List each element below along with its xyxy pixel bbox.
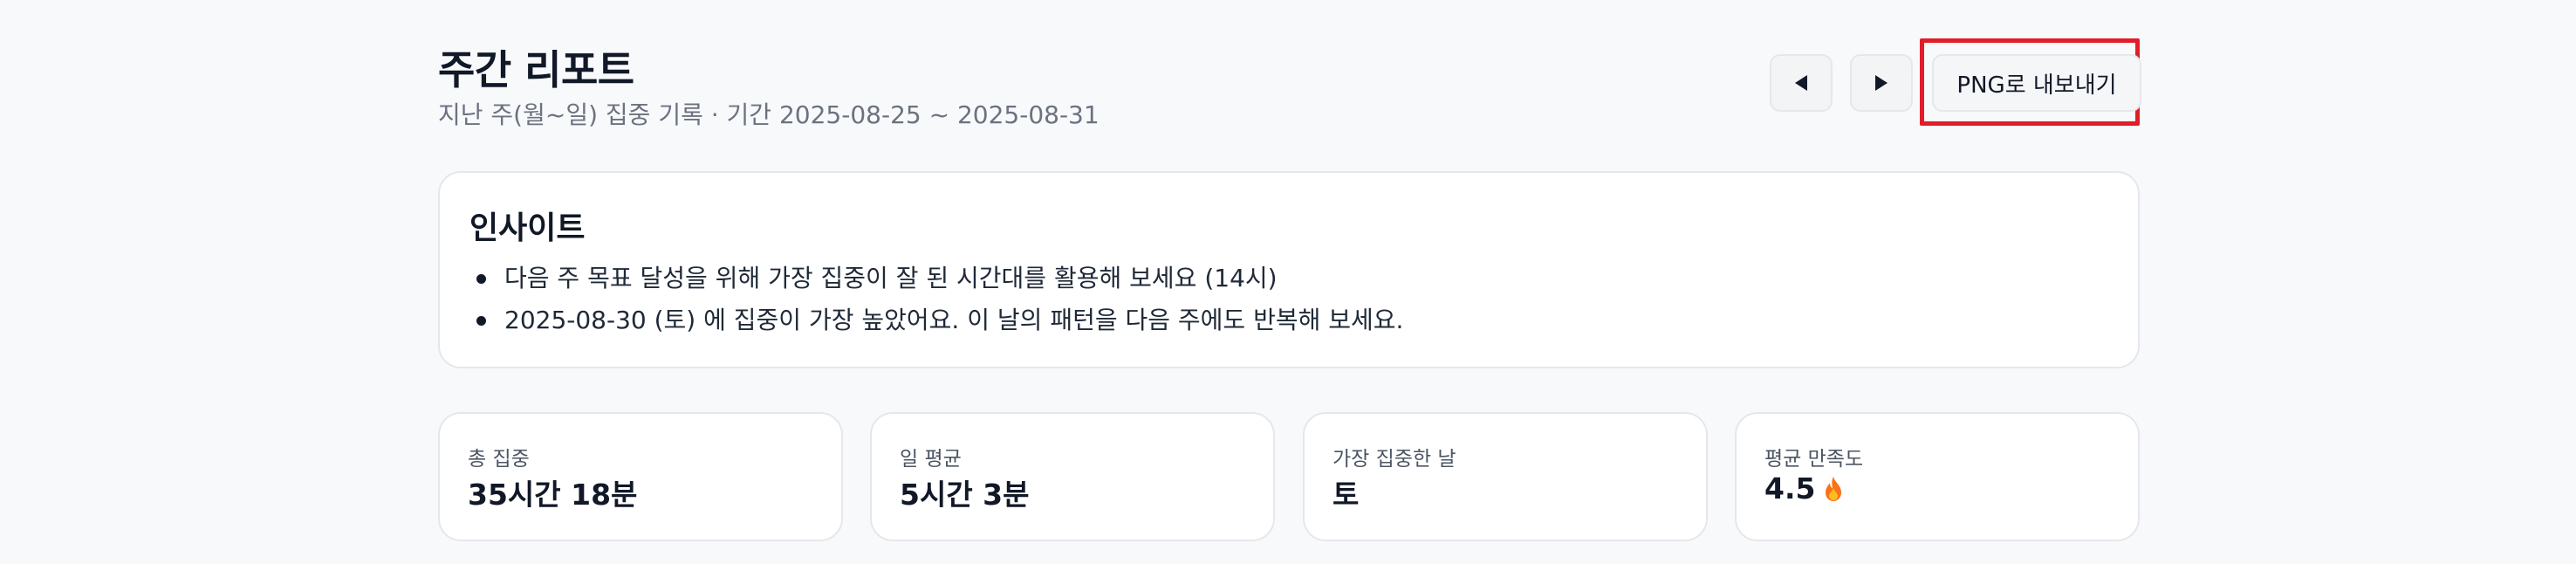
chevron-left-icon	[1795, 75, 1807, 91]
insight-item: 2025-08-30 (토) 에 집중이 가장 높았어요. 이 날의 패턴을 다…	[469, 302, 1403, 344]
stat-card-total-focus: 총 집중 35시간 18분	[438, 412, 843, 541]
bullet-icon	[476, 316, 486, 326]
stat-value: 토	[1333, 478, 1360, 512]
chevron-right-icon	[1875, 75, 1887, 91]
insight-card: 인사이트 다음 주 목표 달성을 위해 가장 집중이 잘 된 시간대를 활용해 …	[438, 171, 2140, 368]
next-week-button[interactable]	[1850, 54, 1913, 112]
stat-label: 총 집중	[468, 448, 530, 471]
weekly-report: 주간 리포트 지난 주(월~일) 집중 기록 · 기간 2025-08-25 ~…	[438, 0, 2141, 564]
insight-title: 인사이트	[469, 210, 586, 246]
previous-week-button[interactable]	[1770, 54, 1833, 112]
insight-text: 2025-08-30 (토) 에 집중이 가장 높았어요. 이 날의 패턴을 다…	[504, 306, 1404, 334]
stat-value: 35시간 18분	[468, 478, 638, 512]
stat-label: 가장 집중한 날	[1333, 448, 1456, 471]
stat-card-top-day: 가장 집중한 날 토	[1303, 412, 1708, 541]
bullet-icon	[476, 274, 486, 284]
page-title: 주간 리포트	[438, 46, 634, 93]
stat-label: 평균 만족도	[1764, 448, 1864, 471]
satisfaction-value: 4.5	[1764, 471, 1816, 506]
stat-card-daily-average: 일 평균 5시간 3분	[870, 412, 1275, 541]
fire-icon	[1826, 477, 1842, 501]
insight-list: 다음 주 목표 달성을 위해 가장 집중이 잘 된 시간대를 활용해 보세요 (…	[469, 260, 1403, 344]
stat-card-satisfaction: 평균 만족도 4.5	[1735, 412, 2140, 541]
stat-value: 4.5	[1764, 471, 1845, 506]
insight-text: 다음 주 목표 달성을 위해 가장 집중이 잘 된 시간대를 활용해 보세요 (…	[504, 264, 1278, 292]
insight-item: 다음 주 목표 달성을 위해 가장 집중이 잘 된 시간대를 활용해 보세요 (…	[469, 260, 1403, 302]
stat-label: 일 평균	[900, 448, 962, 471]
page-subtitle: 지난 주(월~일) 집중 기록 · 기간 2025-08-25 ~ 2025-0…	[438, 100, 1100, 129]
export-png-button[interactable]: PNG로 내보내기	[1932, 54, 2141, 112]
stat-value: 5시간 3분	[900, 478, 1030, 512]
report-header: 주간 리포트 지난 주(월~일) 집중 기록 · 기간 2025-08-25 ~…	[438, 35, 2141, 131]
